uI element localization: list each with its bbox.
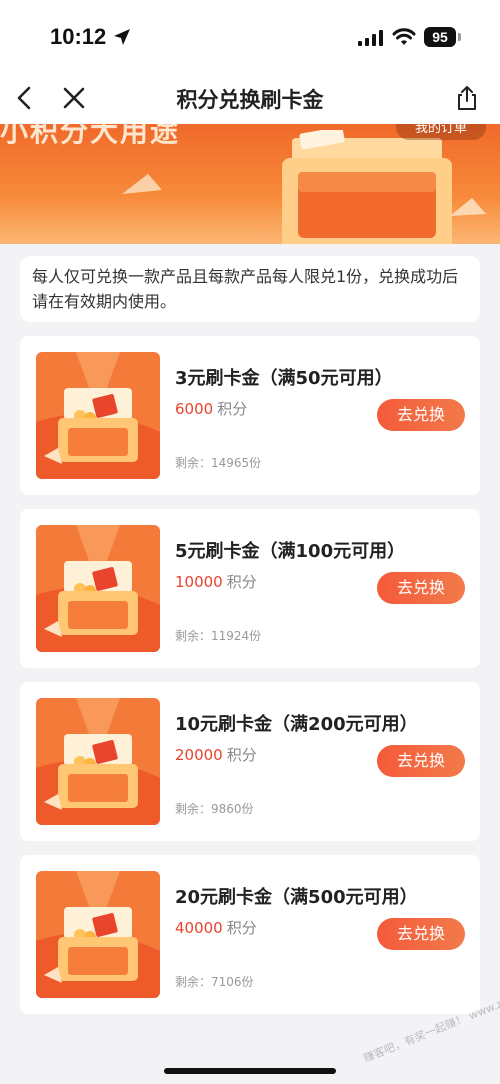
points-price: 20000 积分 [175,744,257,765]
promo-banner: 小积分大用途 我的订单 [0,124,500,244]
product-title: 3元刷卡金（满50元可用） [175,368,393,389]
points-value: 20000 [175,746,223,764]
points-unit: 积分 [226,573,257,591]
confetti-decoration [122,174,162,194]
product-title: 10元刷卡金（满200元可用） [175,714,418,735]
points-price: 40000 积分 [175,917,257,938]
home-indicator[interactable] [164,1068,336,1074]
nav-bar: 积分兑换刷卡金 [0,72,500,124]
stock-remaining: 剩余：7106份 [175,975,254,989]
product-title: 20元刷卡金（满500元可用） [175,887,418,908]
product-card: 20元刷卡金（满500元可用） 40000 积分 去兑换 剩余：7106份 [20,855,480,1014]
location-arrow-icon [114,29,130,45]
points-value: 6000 [175,400,214,418]
my-orders-button[interactable]: 我的订单 [396,124,486,140]
banner-slogan: 小积分大用途 [0,124,181,148]
redeem-button[interactable]: 去兑换 [377,572,465,604]
product-thumbnail [36,698,160,825]
points-unit: 积分 [226,746,257,764]
stock-remaining: 剩余：9860份 [175,802,254,816]
redeem-button[interactable]: 去兑换 [377,399,465,431]
product-thumbnail [36,525,160,652]
product-card: 5元刷卡金（满100元可用） 10000 积分 去兑换 剩余：11924份 [20,509,480,668]
product-thumbnail [36,871,160,998]
share-icon[interactable] [454,84,480,112]
product-thumbnail [36,352,160,479]
battery-tip [458,33,461,41]
points-unit: 积分 [226,919,257,937]
product-title: 5元刷卡金（满100元可用） [175,541,406,562]
stock-remaining: 剩余：14965份 [175,456,262,470]
wifi-icon [392,28,416,45]
redeem-button[interactable]: 去兑换 [377,745,465,777]
battery-indicator: 95 [424,27,456,47]
stock-remaining: 剩余：11924份 [175,629,262,643]
status-time: 10:12 [50,24,107,49]
product-card: 3元刷卡金（满50元可用） 6000 积分 去兑换 剩余：14965份 [20,336,480,495]
points-value: 40000 [175,919,223,937]
treasure-chest-illustration [282,130,452,244]
cellular-signal-icon [358,30,383,46]
redemption-notice: 每人仅可兑换一款产品且每款产品每人限兑1份，兑换成功后请在有效期内使用。 [20,256,480,322]
points-price: 6000 积分 [175,398,247,419]
status-bar: 10:12 95 [0,0,500,72]
points-price: 10000 积分 [175,571,257,592]
product-card: 10元刷卡金（满200元可用） 20000 积分 去兑换 剩余：9860份 [20,682,480,841]
points-unit: 积分 [217,400,248,418]
confetti-decoration [450,198,486,216]
points-value: 10000 [175,573,223,591]
page-title: 积分兑换刷卡金 [176,88,324,112]
redeem-button[interactable]: 去兑换 [377,918,465,950]
